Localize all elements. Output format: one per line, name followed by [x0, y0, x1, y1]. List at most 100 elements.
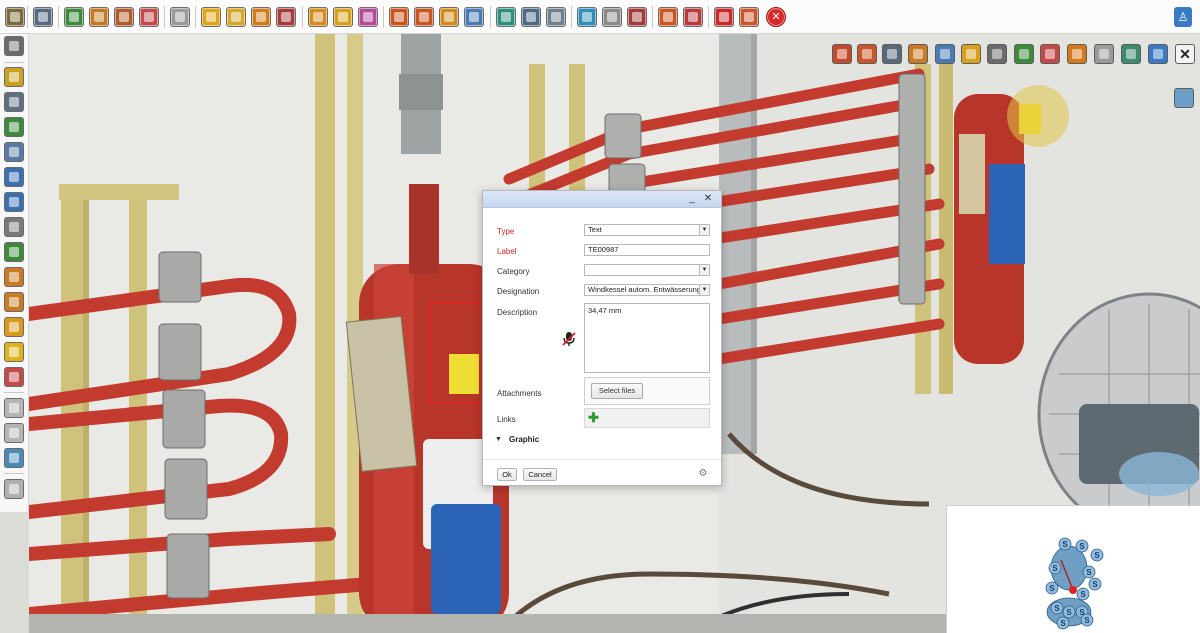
- ruler-icon[interactable]: [389, 7, 409, 27]
- type-value: Text: [588, 225, 602, 234]
- panorama-icon[interactable]: [308, 7, 328, 27]
- designation-value: Windkessel autom. Entwässerung: [588, 285, 701, 294]
- document-icon[interactable]: [4, 398, 24, 418]
- cancel-button[interactable]: Cancel: [523, 468, 557, 481]
- toolbar-separator: [27, 6, 28, 28]
- gear-icon[interactable]: ⚙: [697, 468, 709, 480]
- tools-icon[interactable]: [5, 7, 25, 27]
- folder-icon[interactable]: [226, 7, 246, 27]
- eye-slash-icon[interactable]: [4, 142, 24, 162]
- flower-icon[interactable]: [857, 44, 877, 64]
- svg-text:S: S: [1052, 564, 1058, 573]
- edit-image-icon[interactable]: [89, 7, 109, 27]
- hatch-icon[interactable]: [602, 7, 622, 27]
- battery-icon[interactable]: [4, 367, 24, 387]
- settings-doc-icon[interactable]: [4, 423, 24, 443]
- designation-select[interactable]: Windkessel autom. Entwässerung ▼: [584, 284, 710, 296]
- description-label: Description: [497, 308, 538, 317]
- edit-tool-icon[interactable]: [1174, 88, 1194, 108]
- label-input[interactable]: TE00987: [584, 244, 710, 256]
- photo-icon[interactable]: [139, 7, 159, 27]
- image-settings-icon[interactable]: [114, 7, 134, 27]
- pencil-icon[interactable]: [439, 7, 459, 27]
- svg-text:S: S: [1080, 590, 1086, 599]
- microphone-muted-icon[interactable]: [561, 331, 577, 347]
- city-icon[interactable]: [4, 217, 24, 237]
- svg-text:S: S: [1060, 619, 1066, 628]
- stats-icon[interactable]: [683, 7, 703, 27]
- svg-text:S: S: [1054, 604, 1060, 613]
- group-icon[interactable]: [4, 267, 24, 287]
- minimap-position-marker: [1069, 586, 1077, 594]
- landscape-icon[interactable]: [4, 242, 24, 262]
- calendar-icon[interactable]: [739, 7, 759, 27]
- eye-icon[interactable]: [4, 167, 24, 187]
- pen-icon[interactable]: [4, 67, 24, 87]
- search-icon[interactable]: [935, 44, 955, 64]
- dialog-titlebar[interactable]: _ ✕: [483, 191, 721, 208]
- close-panorama-icon[interactable]: [1175, 44, 1195, 64]
- measure-icon[interactable]: [414, 7, 434, 27]
- grid-icon[interactable]: [546, 7, 566, 27]
- picture-icon[interactable]: [4, 448, 24, 468]
- palette-icon[interactable]: [961, 44, 981, 64]
- collapse-triangle-icon[interactable]: ▼: [495, 436, 502, 443]
- note-icon[interactable]: [4, 342, 24, 362]
- select-files-button[interactable]: Select files: [591, 383, 643, 399]
- chevron-down-icon[interactable]: ▼: [699, 265, 709, 275]
- category-select[interactable]: ▼: [584, 264, 710, 276]
- map-pin-icon[interactable]: [4, 117, 24, 137]
- person-icon[interactable]: [4, 192, 24, 212]
- chevron-down-icon[interactable]: ▼: [699, 225, 709, 235]
- annotation-dialog: _ ✕ Type Text ▼ Label TE00987 Category ▼…: [482, 190, 722, 486]
- add-image-icon[interactable]: [64, 7, 84, 27]
- close-icon[interactable]: ✕: [703, 192, 713, 206]
- attachments-box: Select files: [584, 377, 710, 405]
- close-icon[interactable]: [766, 7, 786, 27]
- minimap[interactable]: S S S S S S S S S S S S S: [946, 505, 1200, 633]
- line-icon[interactable]: [521, 7, 541, 27]
- pin-tool-icon[interactable]: [1094, 44, 1114, 64]
- toolbar-separator: [58, 6, 59, 28]
- globe-icon[interactable]: [496, 7, 516, 27]
- people-icon[interactable]: [4, 292, 24, 312]
- folder-open-icon[interactable]: [251, 7, 271, 27]
- stack-icon[interactable]: [1148, 44, 1168, 64]
- toolbar-separator: [302, 6, 303, 28]
- left-toolbar: [0, 34, 29, 512]
- ok-button[interactable]: Ok: [497, 468, 517, 481]
- chart-icon[interactable]: [577, 7, 597, 27]
- case-icon[interactable]: [627, 7, 647, 27]
- gears-icon[interactable]: [4, 317, 24, 337]
- colors-icon[interactable]: [358, 7, 378, 27]
- save-icon[interactable]: [33, 7, 53, 27]
- user-marker-icon[interactable]: [1067, 44, 1087, 64]
- label-label: Label: [497, 247, 517, 256]
- camera-icon[interactable]: [170, 7, 190, 27]
- list-icon[interactable]: [4, 92, 24, 112]
- print-icon[interactable]: [4, 479, 24, 499]
- designation-label: Designation: [497, 287, 540, 296]
- svg-text:S: S: [1062, 540, 1068, 549]
- panorama-link-icon[interactable]: [333, 7, 353, 27]
- remove-doc-icon[interactable]: [714, 7, 734, 27]
- marker-icon[interactable]: [832, 44, 852, 64]
- type-select[interactable]: Text ▼: [584, 224, 710, 236]
- chevron-down-icon[interactable]: ▼: [699, 285, 709, 295]
- user-icon[interactable]: ♙: [1174, 7, 1192, 27]
- image-tool-icon[interactable]: [908, 44, 928, 64]
- description-textarea[interactable]: 34,47 mm: [584, 303, 710, 373]
- zoom-icon[interactable]: [464, 7, 484, 27]
- edit-note-icon[interactable]: [658, 7, 678, 27]
- add-link-icon[interactable]: ✚: [588, 410, 599, 426]
- sun-icon[interactable]: [201, 7, 221, 27]
- window-icon[interactable]: [1121, 44, 1141, 64]
- layers-icon[interactable]: [276, 7, 296, 27]
- wrench-icon[interactable]: [987, 44, 1007, 64]
- layers-panel-icon[interactable]: [4, 36, 24, 56]
- nodes-icon[interactable]: [1040, 44, 1060, 64]
- slider-icon[interactable]: [882, 44, 902, 64]
- pie-icon[interactable]: [1014, 44, 1034, 64]
- minimize-icon[interactable]: _: [687, 192, 697, 206]
- graphic-section-header[interactable]: Graphic: [509, 435, 539, 444]
